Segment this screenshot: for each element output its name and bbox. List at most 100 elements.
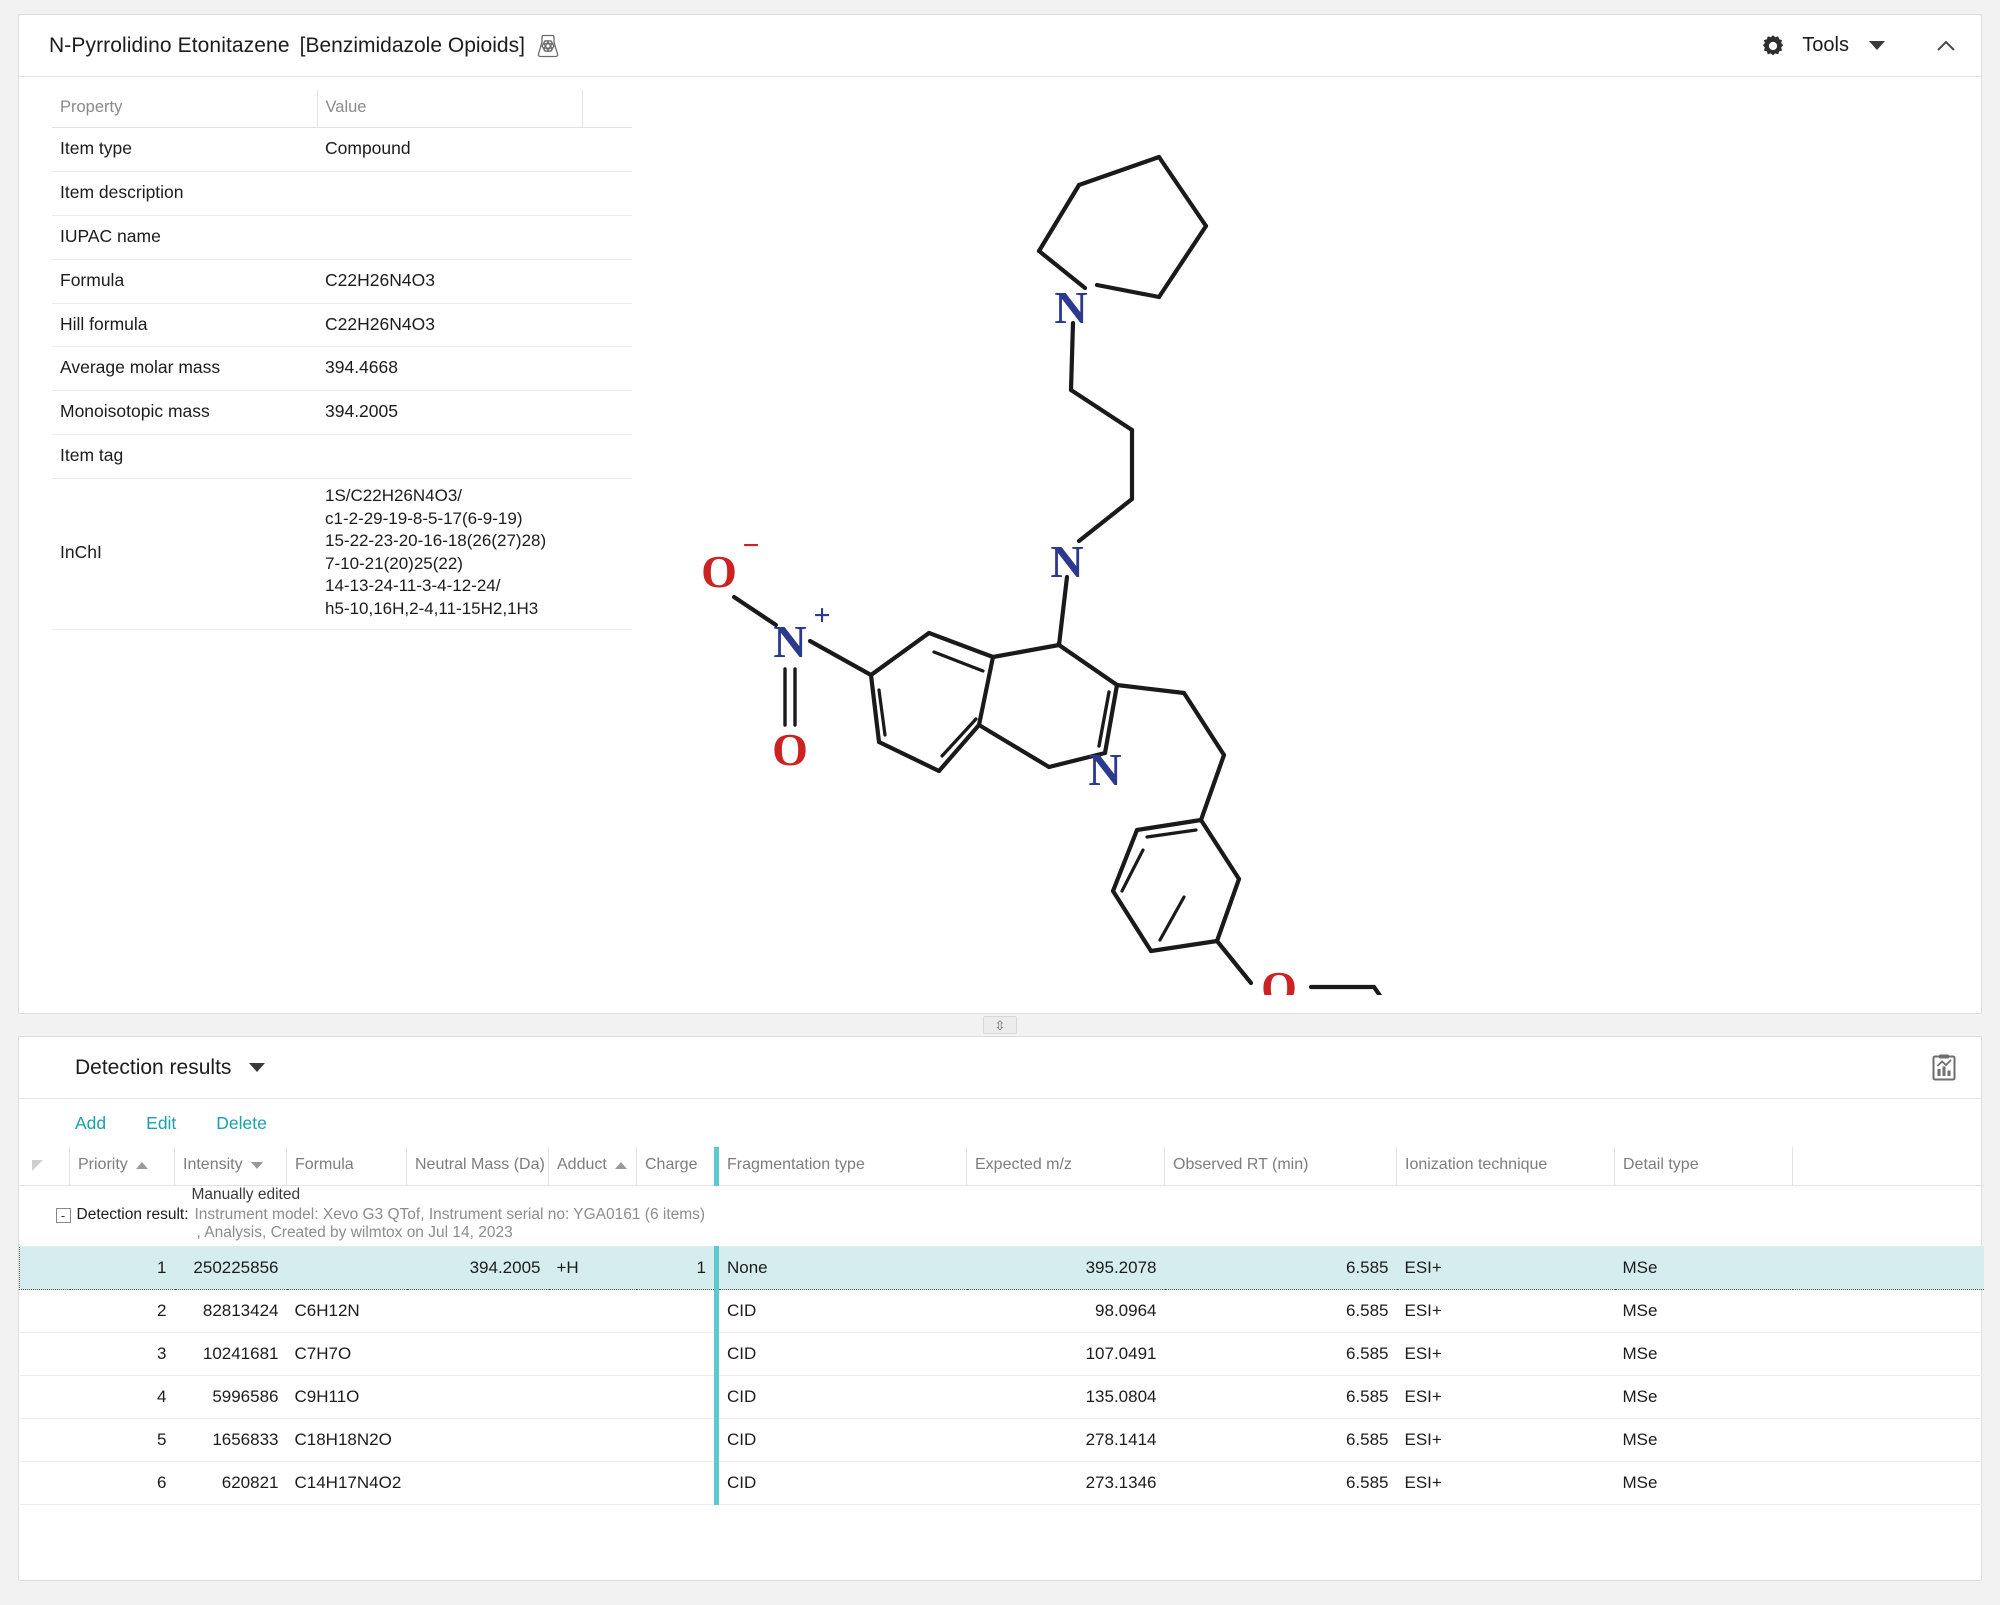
neutral-mass-column[interactable]: Neutral Mass (Da): [406, 1147, 549, 1186]
table-row[interactable]: 1 250225856 394.2005 +H 1 None 395.2078 …: [19, 1246, 1984, 1290]
table-row[interactable]: Item type Compound: [52, 127, 632, 172]
table-row[interactable]: Average molar mass 394.4668: [52, 346, 632, 392]
property-value[interactable]: Compound: [317, 127, 632, 172]
property-value[interactable]: C22H26N4O3: [317, 303, 632, 348]
property-table-wrapper: Property Value Item type Compound Item d…: [52, 90, 632, 630]
detection-results-panel: Detection results Add Edit Delete Priori…: [18, 1036, 1984, 1581]
manually-edited-label: Manually edited: [191, 1186, 301, 1203]
adduct-column-label: Adduct: [557, 1156, 607, 1173]
table-row[interactable]: Item tag: [52, 434, 632, 479]
charge-cell: [636, 1418, 717, 1462]
results-table: Priority Intensity Formula Neutral Mass …: [19, 1147, 1984, 1549]
trailing-column[interactable]: [1792, 1147, 1984, 1186]
table-row[interactable]: 4 5996586 C9H11O CID 135.0804 6.585 ESI+…: [19, 1375, 1984, 1419]
edit-button[interactable]: Edit: [146, 1113, 176, 1134]
priority-cell: 1: [69, 1246, 175, 1290]
table-row[interactable]: 5 1656833 C18H18N2O CID 278.1414 6.585 E…: [19, 1418, 1984, 1462]
intensity-cell: 82813424: [174, 1289, 287, 1333]
grid-empty-space: [20, 1505, 1984, 1549]
charge-column[interactable]: Charge: [636, 1147, 717, 1186]
tools-label[interactable]: Tools: [1802, 34, 1849, 57]
expected-mz-column[interactable]: Expected m/z: [966, 1147, 1165, 1186]
chevron-down-icon[interactable]: [249, 1063, 266, 1072]
property-value[interactable]: [317, 434, 632, 479]
property-table: Property Value Item type Compound Item d…: [52, 90, 632, 630]
chevron-down-icon[interactable]: [1869, 41, 1885, 50]
gear-icon[interactable]: [1758, 31, 1788, 61]
chart-report-icon[interactable]: [1929, 1053, 1959, 1083]
row-selector-cell[interactable]: [19, 1461, 70, 1505]
priority-column[interactable]: Priority: [69, 1147, 175, 1186]
charge-cell: [636, 1375, 717, 1419]
table-row[interactable]: 2 82813424 C6H12N CID 98.0964 6.585 ESI+…: [19, 1289, 1984, 1333]
fragmentation-type-cell: CID: [714, 1332, 967, 1376]
table-row[interactable]: InChI 1S/C22H26N4O3/ c1-2-29-19-8-5-17(6…: [52, 478, 632, 630]
add-button[interactable]: Add: [75, 1113, 106, 1134]
formula-cell: C7H7O: [286, 1332, 407, 1376]
sort-descending-icon[interactable]: [250, 1161, 263, 1169]
property-label: Item type: [52, 127, 317, 172]
molecular-structure-diagram[interactable]: N N N N O O O − +: [639, 85, 1969, 995]
table-row[interactable]: Item description: [52, 171, 632, 216]
trailing-cell: [1792, 1461, 1984, 1505]
observed-rt-cell: 6.585: [1164, 1418, 1397, 1462]
property-value[interactable]: 394.4668: [317, 346, 632, 392]
intensity-column[interactable]: Intensity: [174, 1147, 287, 1186]
adduct-cell: +H: [548, 1246, 637, 1290]
molecule-flask-icon[interactable]: [535, 33, 561, 59]
detail-type-cell: MSe: [1614, 1246, 1793, 1290]
table-row[interactable]: Formula C22H26N4O3: [52, 259, 632, 304]
property-value[interactable]: C22H26N4O3: [317, 259, 632, 304]
neutral-mass-cell: [406, 1332, 549, 1376]
formula-column[interactable]: Formula: [286, 1147, 407, 1186]
splitter-handle-icon[interactable]: ⇳: [983, 1016, 1017, 1034]
table-row[interactable]: Monoisotopic mass 394.2005: [52, 390, 632, 436]
compound-category: [Benzimidazole Opioids]: [299, 33, 525, 57]
select-all-icon[interactable]: [31, 1159, 43, 1171]
observed-rt-column[interactable]: Observed RT (min): [1164, 1147, 1397, 1186]
detail-type-column-label: Detail type: [1623, 1156, 1699, 1173]
adduct-column[interactable]: Adduct: [548, 1147, 637, 1186]
property-column-header[interactable]: Property: [52, 90, 318, 128]
delete-button[interactable]: Delete: [216, 1113, 267, 1134]
row-selector-cell[interactable]: [19, 1246, 70, 1290]
adduct-cell: [548, 1418, 637, 1462]
sort-ascending-icon[interactable]: [614, 1161, 627, 1169]
detail-type-column[interactable]: Detail type: [1614, 1147, 1793, 1186]
table-row[interactable]: 3 10241681 C7H7O CID 107.0491 6.585 ESI+…: [19, 1332, 1984, 1376]
formula-cell: C9H11O: [286, 1375, 407, 1419]
fragmentation-type-column[interactable]: Fragmentation type: [714, 1147, 967, 1186]
property-value[interactable]: [317, 215, 632, 260]
table-row[interactable]: Hill formula C22H26N4O3: [52, 303, 632, 348]
ionization-technique-column[interactable]: Ionization technique: [1396, 1147, 1615, 1186]
trailing-cell: [1792, 1375, 1984, 1419]
row-selector-column[interactable]: [19, 1147, 70, 1186]
oxygen-label-ether: O: [1261, 962, 1297, 995]
observed-rt-cell: 6.585: [1164, 1461, 1397, 1505]
expected-mz-cell: 395.2078: [966, 1246, 1165, 1290]
value-column-header[interactable]: Value: [317, 90, 583, 128]
table-row[interactable]: IUPAC name: [52, 215, 632, 260]
property-value[interactable]: [317, 171, 632, 216]
observed-rt-cell: 6.585: [1164, 1375, 1397, 1419]
detail-type-cell: MSe: [1614, 1289, 1793, 1333]
expected-mz-cell: 273.1346: [966, 1461, 1165, 1505]
compound-detail-panel: N-Pyrrolidino Etonitazene [Benzimidazole…: [18, 14, 1982, 1014]
panel-splitter[interactable]: ⇳: [18, 1014, 1982, 1036]
detection-result-group-row[interactable]: Manually edited - Detection result: Inst…: [19, 1185, 1984, 1247]
table-row[interactable]: 6 620821 C14H17N4O2 CID 273.1346 6.585 E…: [19, 1461, 1984, 1505]
property-label: InChI: [52, 478, 317, 630]
group-expander-icon[interactable]: -: [55, 1208, 71, 1223]
trailing-cell: [1792, 1418, 1984, 1462]
sort-ascending-icon[interactable]: [135, 1161, 148, 1169]
nitrogen-label-n1: N: [1050, 536, 1083, 587]
extra-column-header[interactable]: [582, 90, 632, 128]
detection-results-title-group[interactable]: Detection results: [75, 1056, 266, 1080]
row-selector-cell[interactable]: [19, 1332, 70, 1376]
priority-cell: 4: [69, 1375, 175, 1419]
row-selector-cell[interactable]: [19, 1418, 70, 1462]
row-selector-cell[interactable]: [19, 1289, 70, 1333]
chevron-up-icon[interactable]: [1933, 33, 1959, 59]
row-selector-cell[interactable]: [19, 1375, 70, 1419]
property-value[interactable]: 394.2005: [317, 390, 632, 436]
